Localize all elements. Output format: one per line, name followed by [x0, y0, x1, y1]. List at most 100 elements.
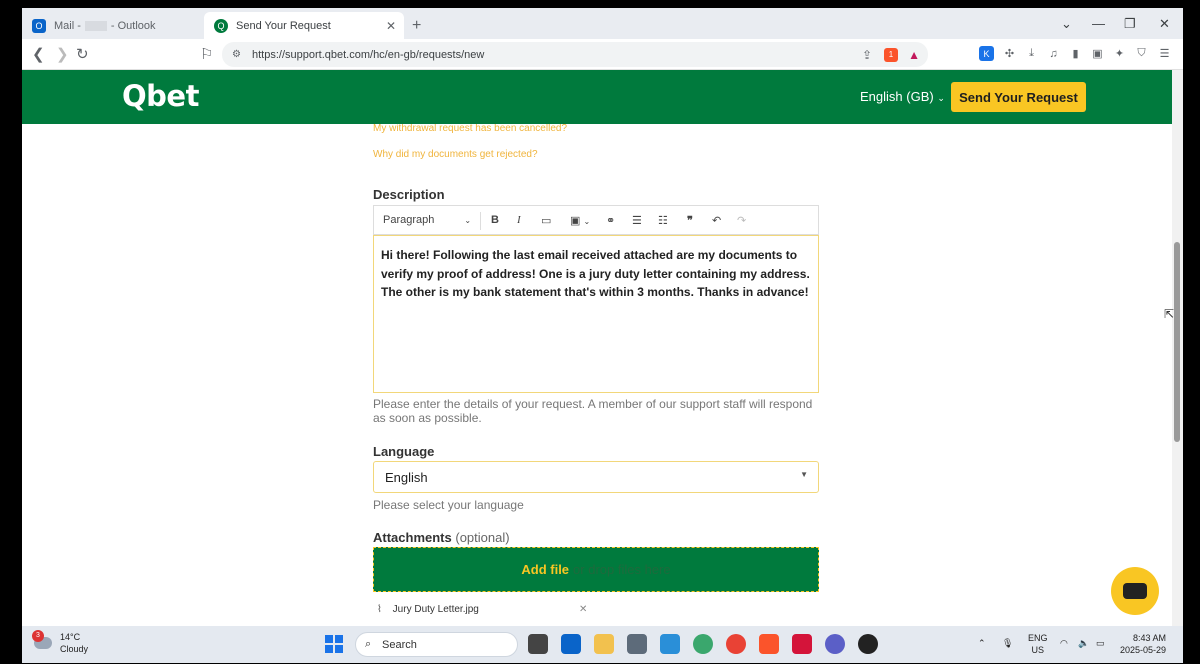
language-selector[interactable]: English (GB) ⌄ — [860, 89, 945, 104]
share-icon[interactable]: ⇪ — [862, 48, 872, 62]
brave-rewards-icon[interactable]: ▲ — [908, 48, 920, 62]
link-icon[interactable]: ⚭ — [606, 214, 615, 227]
new-tab-icon[interactable]: + — [412, 17, 421, 35]
blockquote-icon[interactable]: ❞ — [687, 214, 693, 227]
lang-top: ENG — [1028, 633, 1048, 643]
caret-down-icon: ▼ — [800, 470, 808, 479]
leo-ai-icon[interactable]: ✦ — [1112, 46, 1127, 61]
url-text: https://support.qbet.com/hc/en-gb/reques… — [252, 48, 485, 61]
brave-app-icon[interactable] — [759, 634, 779, 654]
start-button-icon[interactable] — [325, 635, 343, 653]
clock[interactable]: 8:43 AM 2025-05-29 — [1120, 632, 1166, 656]
bookmark-icon[interactable]: ⚐ — [200, 45, 213, 63]
address-bar[interactable]: ⚙ https://support.qbet.com/hc/en-gb/requ… — [222, 42, 928, 67]
brave-shields-icon[interactable]: 1 — [884, 47, 898, 62]
app-icon[interactable] — [825, 634, 845, 654]
attachment-dropzone[interactable]: Add file or drop files here — [373, 547, 819, 592]
numbered-list-icon[interactable]: ☷ — [658, 214, 668, 227]
editor-toolbar: Paragraph ⌄ B I ▭ ▣ ⌄ ⚭ ☰ ☷ ❞ ↶ ↷ — [373, 205, 819, 235]
tab-send-request[interactable]: Q Send Your Request ✕ — [204, 12, 404, 39]
close-window-icon[interactable]: ✕ — [1159, 16, 1170, 32]
screen: O Mail - - Outlook Q Send Your Request ✕… — [0, 0, 1200, 664]
close-tab-icon[interactable]: ✕ — [386, 19, 396, 33]
outlook-app-icon[interactable] — [561, 634, 581, 654]
tab-search-icon[interactable]: ⌄ — [1061, 16, 1072, 32]
qbet-logo[interactable]: Qbet — [122, 79, 199, 113]
qbet-favicon: Q — [214, 18, 228, 33]
forward-icon[interactable]: ❯ — [56, 45, 69, 63]
volume-icon[interactable]: 🔈 — [1078, 637, 1089, 649]
add-file-link[interactable]: Add file — [521, 562, 569, 577]
wifi-icon[interactable]: ◠ — [1060, 637, 1068, 649]
paragraph-format-label: Paragraph — [383, 214, 435, 226]
page-scrollbar[interactable] — [1172, 70, 1183, 626]
browser-app-icon[interactable] — [693, 634, 713, 654]
chevron-down-icon: ⌄ — [464, 216, 472, 225]
code-block-icon[interactable]: ▣ ⌄ — [570, 214, 590, 227]
input-language[interactable]: ENG US — [1028, 632, 1048, 656]
extension-k-icon[interactable]: K — [979, 46, 994, 61]
calculator-icon[interactable] — [627, 634, 647, 654]
description-hint: Please enter the details of your request… — [373, 397, 813, 425]
tab-label: Send Your Request — [236, 19, 331, 32]
menu-icon[interactable]: ☰ — [1157, 46, 1172, 61]
tab-strip: O Mail - - Outlook Q Send Your Request ✕… — [22, 8, 1183, 39]
redacted-block — [84, 20, 107, 31]
recording-app-icon[interactable] — [858, 634, 878, 654]
media-icon[interactable]: ♫ — [1046, 46, 1061, 61]
italic-icon[interactable]: I — [517, 214, 521, 226]
send-request-button[interactable]: Send Your Request — [951, 82, 1086, 112]
notification-badge: 3 — [32, 630, 44, 642]
chat-widget-button[interactable] — [1111, 567, 1159, 615]
wallet-icon[interactable]: ▣ — [1090, 46, 1105, 61]
browser-toolbar: ❮ ❯ ↻ ⚐ ⚙ https://support.qbet.com/hc/en… — [22, 39, 1183, 70]
bulleted-list-icon[interactable]: ☰ — [632, 214, 642, 227]
tab-label: Mail - — [54, 19, 81, 32]
scrollbar-thumb[interactable] — [1174, 242, 1180, 442]
taskview-app-icon[interactable] — [528, 634, 548, 654]
suggestion-link[interactable]: Why did my documents get rejected? — [373, 149, 538, 160]
lang-bottom: US — [1031, 645, 1045, 655]
chrome-icon[interactable] — [726, 634, 746, 654]
restore-icon[interactable]: ❐ — [1124, 16, 1136, 32]
back-icon[interactable]: ❮ — [32, 45, 45, 63]
battery-icon[interactable]: ▭ — [1096, 637, 1105, 649]
search-icon: ⌕ — [365, 638, 372, 650]
clock-time: 8:43 AM — [1133, 633, 1167, 643]
tray-overflow-icon[interactable]: ⌃ — [978, 637, 986, 649]
outlook-icon: O — [32, 18, 46, 33]
clock-date: 2025-05-29 — [1120, 645, 1167, 655]
cloud-icon: 3 — [32, 630, 52, 649]
site-header: Qbet English (GB) ⌄ Send Your Request — [22, 70, 1172, 124]
site-info-icon[interactable]: ⚙ — [232, 49, 241, 60]
optional-tag: (optional) — [455, 530, 510, 545]
language-select-value: English — [385, 470, 428, 485]
image-icon[interactable]: ▭ — [541, 214, 551, 227]
tab-outlook[interactable]: O Mail - - Outlook — [22, 12, 202, 39]
minimize-icon[interactable]: — — [1092, 16, 1105, 31]
download-icon[interactable]: ⤓ — [1024, 46, 1039, 61]
file-explorer-icon[interactable] — [594, 634, 614, 654]
undo-icon[interactable]: ↶ — [712, 214, 721, 227]
tab-label-suffix: - Outlook — [110, 19, 156, 32]
paragraph-format-select[interactable]: Paragraph ⌄ — [383, 214, 471, 226]
weather-widget[interactable]: 3 14°C Cloudy — [32, 630, 88, 655]
language-select[interactable]: English ▼ — [373, 461, 819, 493]
remove-file-icon[interactable]: ✕ — [579, 604, 587, 615]
attachments-label-text: Attachments — [373, 530, 452, 545]
bold-icon[interactable]: B — [491, 214, 499, 226]
taskbar-search[interactable]: ⌕ Search — [355, 632, 518, 657]
extensions-icon[interactable]: ✣ — [1002, 46, 1017, 61]
sidebar-icon[interactable]: ▮ — [1068, 46, 1083, 61]
suggestion-link[interactable]: My withdrawal request has been cancelled… — [373, 124, 567, 134]
security-app-icon[interactable] — [792, 634, 812, 654]
vpn-icon[interactable]: ⛉ — [1134, 46, 1149, 61]
chevron-down-icon: ⌄ — [937, 93, 945, 103]
search-label: Search — [382, 638, 417, 651]
description-editor[interactable]: Hi there! Following the last email recei… — [373, 235, 819, 393]
attachments-label: Attachments (optional) — [373, 530, 510, 545]
redo-icon[interactable]: ↷ — [737, 214, 746, 227]
microphone-icon[interactable]: 🎙 — [1002, 637, 1013, 649]
notepad-icon[interactable] — [660, 634, 680, 654]
reload-icon[interactable]: ↻ — [76, 45, 89, 63]
